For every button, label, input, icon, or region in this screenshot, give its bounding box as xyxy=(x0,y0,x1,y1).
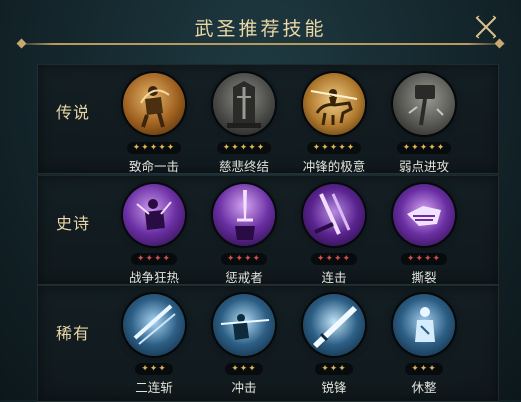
skill-card[interactable]: ✦✦✦ 休整 xyxy=(380,294,468,396)
skill-card[interactable]: ✦✦✦ 冲击 xyxy=(200,294,288,396)
frenzied-warrior-icon xyxy=(123,184,185,246)
skill-name: 连击 xyxy=(321,270,347,285)
tier-label-epic: 史诗 xyxy=(56,214,91,233)
skill-name: 冲锋的极意 xyxy=(302,159,366,174)
skill-name: 惩戒者 xyxy=(225,270,263,285)
double-slash-icon xyxy=(123,294,185,356)
skill-card[interactable]: ✦✦✦ 锐锋 xyxy=(290,294,378,396)
skill-card[interactable]: ✦✦✦✦ 连击 xyxy=(290,184,378,286)
tearing-fist-icon xyxy=(393,184,455,246)
tier-row-legend: 传说 ✦✦✦✦✦ 致命一击 ✦✦✦✦✦ 慈悲终结 ✦✦✦✦✦ 冲锋的极意 ✦✦✦… xyxy=(37,64,499,174)
skill-name: 锐锋 xyxy=(321,380,347,395)
rarity-stars: ✦✦✦✦✦ xyxy=(126,142,182,154)
skill-name: 冲击 xyxy=(231,380,257,395)
skill-name: 致命一击 xyxy=(128,159,179,174)
skill-card[interactable]: ✦✦✦✦ 撕裂 xyxy=(380,184,468,286)
close-icon xyxy=(475,15,497,39)
skill-name: 慈悲终结 xyxy=(218,159,269,174)
page-title: 武圣推荐技能 xyxy=(194,18,327,40)
skill-card[interactable]: ✦✦✦ 二连斩 xyxy=(110,294,198,396)
rarity-stars: ✦✦✦✦ xyxy=(310,253,358,265)
archer-warrior-icon xyxy=(123,73,185,135)
thrust-icon xyxy=(213,294,275,356)
rarity-stars: ✦✦✦✦✦ xyxy=(396,142,452,154)
rarity-stars: ✦✦✦ xyxy=(405,363,443,375)
tier-row-epic: 史诗 ✦✦✦✦ 战争狂热 ✦✦✦✦ 惩戒者 ✦✦✦✦ 连击 ✦✦✦✦ 撕裂 xyxy=(37,175,499,285)
rarity-stars: ✦✦✦✦ xyxy=(220,253,268,265)
skill-card[interactable]: ✦✦✦✦✦ 慈悲终结 xyxy=(200,73,288,175)
skill-name: 休整 xyxy=(411,380,437,395)
skill-name: 战争狂热 xyxy=(128,270,179,285)
tier-row-rare: 稀有 ✦✦✦ 二连斩 ✦✦✦ 冲击 ✦✦✦ 锐锋 ✦✦✦ 休整 xyxy=(37,285,499,402)
tier-label-legend: 传说 xyxy=(56,103,91,122)
close-button[interactable] xyxy=(473,14,499,40)
title-divider xyxy=(14,43,507,45)
stone-monument-icon xyxy=(213,73,275,135)
skill-card[interactable]: ✦✦✦✦✦ 弱点进攻 xyxy=(380,73,468,175)
skill-card[interactable]: ✦✦✦✦✦ 冲锋的极意 xyxy=(290,73,378,175)
header: 武圣推荐技能 xyxy=(0,0,521,52)
rarity-stars: ✦✦✦ xyxy=(225,363,263,375)
skill-card[interactable]: ✦✦✦✦ 战争狂热 xyxy=(110,184,198,286)
skill-card[interactable]: ✦✦✦✦✦ 致命一击 xyxy=(110,73,198,175)
rarity-stars: ✦✦✦✦✦ xyxy=(216,142,272,154)
rarity-stars: ✦✦✦✦ xyxy=(130,253,178,265)
skill-name: 撕裂 xyxy=(411,270,437,285)
rarity-stars: ✦✦✦✦ xyxy=(400,253,448,265)
skill-name: 二连斩 xyxy=(135,380,173,395)
hammer-strike-icon xyxy=(393,73,455,135)
rest-figure-icon xyxy=(393,294,455,356)
tier-label-rare: 稀有 xyxy=(56,324,91,343)
sword-raise-icon xyxy=(213,184,275,246)
rarity-stars: ✦✦✦ xyxy=(135,363,173,375)
rarity-stars: ✦✦✦✦✦ xyxy=(306,142,362,154)
double-blade-icon xyxy=(303,184,365,246)
sharp-blade-icon xyxy=(303,294,365,356)
cavalry-charge-icon xyxy=(303,73,365,135)
rarity-stars: ✦✦✦ xyxy=(315,363,353,375)
skill-name: 弱点进攻 xyxy=(398,159,449,174)
skill-card[interactable]: ✦✦✦✦ 惩戒者 xyxy=(200,184,288,286)
